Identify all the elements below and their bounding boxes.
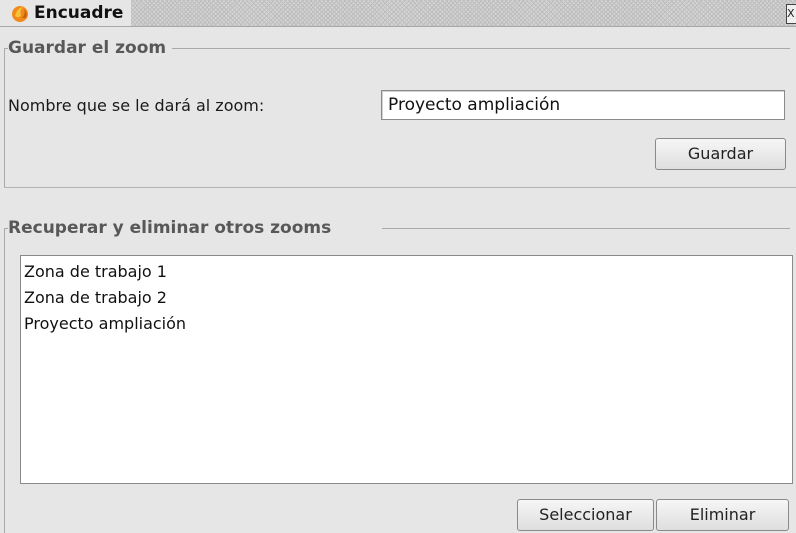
window-title-area: Encuadre bbox=[0, 0, 132, 26]
window-title: Encuadre bbox=[34, 3, 124, 23]
save-section-title: Guardar el zoom bbox=[8, 38, 173, 58]
list-item[interactable]: Zona de trabajo 1 bbox=[24, 259, 789, 285]
save-button[interactable]: Guardar bbox=[655, 138, 786, 170]
app-flame-icon bbox=[12, 6, 28, 22]
save-group-border-left bbox=[4, 48, 5, 188]
zoom-name-input[interactable] bbox=[381, 90, 785, 120]
manage-group-border-top-right bbox=[382, 228, 790, 229]
manage-group-border-left bbox=[4, 228, 5, 533]
select-button[interactable]: Seleccionar bbox=[517, 499, 654, 531]
window-titlebar[interactable]: Encuadre X bbox=[0, 0, 796, 27]
save-group-border-top-right bbox=[150, 48, 790, 49]
delete-button[interactable]: Eliminar bbox=[656, 499, 789, 531]
list-item[interactable]: Proyecto ampliación bbox=[24, 311, 789, 337]
zoom-list[interactable]: Zona de trabajo 1 Zona de trabajo 2 Proy… bbox=[20, 255, 793, 484]
close-icon[interactable]: X bbox=[786, 4, 796, 24]
list-item[interactable]: Zona de trabajo 2 bbox=[24, 285, 789, 311]
zoom-name-label: Nombre que se le dará al zoom: bbox=[8, 96, 265, 115]
manage-section-title: Recuperar y eliminar otros zooms bbox=[8, 218, 338, 238]
section-divider bbox=[4, 187, 796, 188]
